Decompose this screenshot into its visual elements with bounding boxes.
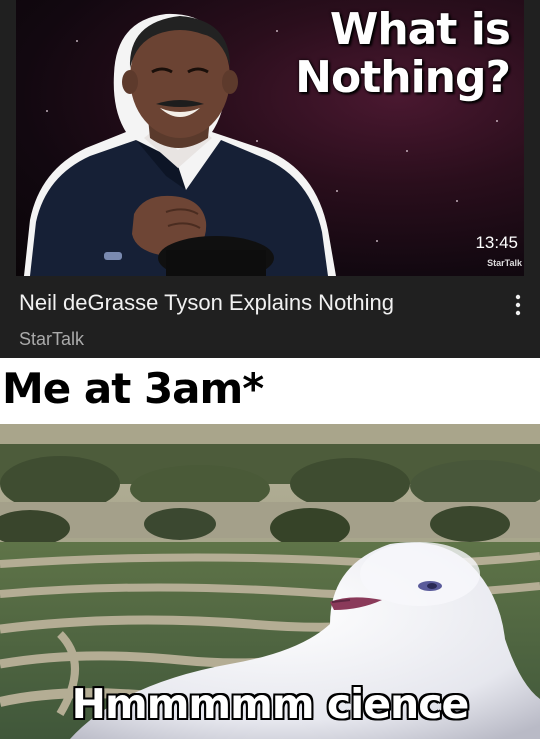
star-dot <box>456 200 458 202</box>
video-thumbnail[interactable]: What is Nothing? <box>16 0 524 276</box>
star-dot <box>406 150 408 152</box>
star-dot <box>376 240 378 242</box>
thumbnail-title-line: What is <box>329 4 511 55</box>
channel-name[interactable]: StarTalk <box>19 329 84 350</box>
bird-photo: Hmmmmm cience <box>0 424 540 739</box>
video-title[interactable]: Neil deGrasse Tyson Explains Nothing <box>19 290 394 316</box>
meme-bottom-caption: Hmmmmm cience <box>71 680 470 728</box>
thumbnail-title-line: Nothing? <box>295 52 511 103</box>
video-card[interactable]: What is Nothing? 13:45 StarTalk Neil deG… <box>0 0 540 358</box>
star-dot <box>496 120 498 122</box>
meme-caption-band: Me at 3am* <box>0 358 540 424</box>
more-vertical-icon[interactable] <box>510 292 526 318</box>
duration-badge: 13:45 <box>475 233 518 252</box>
thumbnail-title: What is Nothing? <box>280 4 511 103</box>
channel-watermark: StarTalk <box>487 258 522 268</box>
meme-top-caption: Me at 3am* <box>2 364 264 413</box>
